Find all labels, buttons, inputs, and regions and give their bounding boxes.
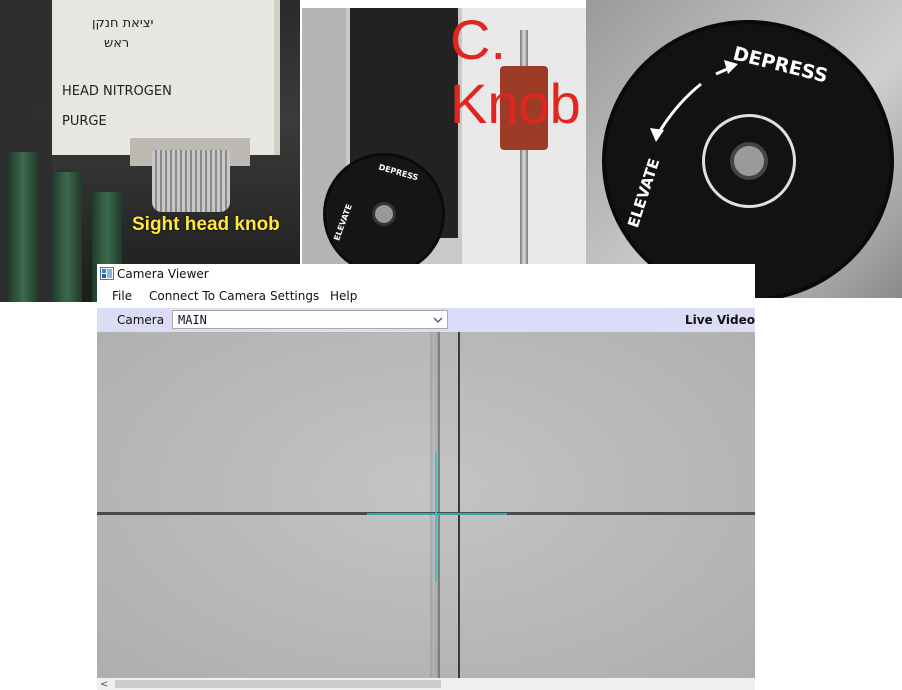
photo-knob-closeup: DEPRESS ELEVATE (586, 0, 902, 298)
crosshair-horizontal (367, 513, 507, 515)
knob-closeup: DEPRESS ELEVATE (606, 24, 890, 298)
chevron-down-icon (433, 317, 443, 323)
camera-toolbar: Camera MAIN Live Video (97, 308, 755, 332)
box-label-hebrew-1: יציאת חנקן (92, 16, 154, 31)
c-knob: DEPRESS ELEVATE (326, 156, 442, 272)
box-label-hebrew-2: ראש (104, 36, 130, 51)
sight-head-knob (152, 150, 230, 212)
caption-c-knob: C. Knob (450, 8, 581, 135)
scrollbar-thumb[interactable] (115, 680, 441, 688)
reticle-vertical-line (458, 332, 460, 678)
box-label-purge: PURGE (62, 114, 107, 129)
window-title: Camera Viewer (117, 267, 209, 281)
photo-c-knob: DEPRESS ELEVATE C. Knob (302, 8, 598, 278)
menu-bar: File Connect To Camera Settings Help (97, 285, 755, 309)
horizontal-scrollbar[interactable]: < (97, 678, 755, 690)
box-label-head-nitrogen: HEAD NITROGEN (62, 84, 172, 99)
camera-app-icon (100, 267, 114, 280)
menu-file[interactable]: File (112, 289, 132, 303)
camera-select-value: MAIN (178, 313, 207, 327)
box-code-label: J2 (36, 106, 48, 120)
pipe (52, 172, 82, 302)
caption-sight-head-knob: Sight head knob (132, 214, 280, 235)
nitrogen-purge-box: יציאת חנקן ראש HEAD NITROGEN PURGE (52, 0, 280, 155)
menu-help[interactable]: Help (330, 289, 357, 303)
knob-hub (730, 142, 768, 180)
pipe (8, 152, 38, 302)
camera-viewer-window: Camera Viewer File Connect To Camera Set… (97, 264, 755, 690)
camera-label: Camera (117, 313, 165, 327)
live-video-feed[interactable] (97, 332, 755, 678)
live-video-status: Live Video (684, 313, 755, 327)
photo-sight-head-knob: יציאת חנקן ראש HEAD NITROGEN PURGE J2 Si… (0, 0, 300, 302)
crosshair-vertical (435, 452, 437, 582)
camera-select[interactable]: MAIN (172, 310, 448, 329)
reticle-vertical-line-faint (438, 332, 440, 678)
knob-label-elevate: ELEVATE (332, 203, 354, 242)
knob-label-depress: DEPRESS (377, 162, 420, 183)
knob-hub (372, 202, 396, 226)
title-bar[interactable]: Camera Viewer (97, 264, 755, 285)
menu-settings[interactable]: Settings (270, 289, 319, 303)
menu-connect-to-camera[interactable]: Connect To Camera (149, 289, 266, 303)
scroll-left-arrow-icon[interactable]: < (100, 679, 108, 690)
